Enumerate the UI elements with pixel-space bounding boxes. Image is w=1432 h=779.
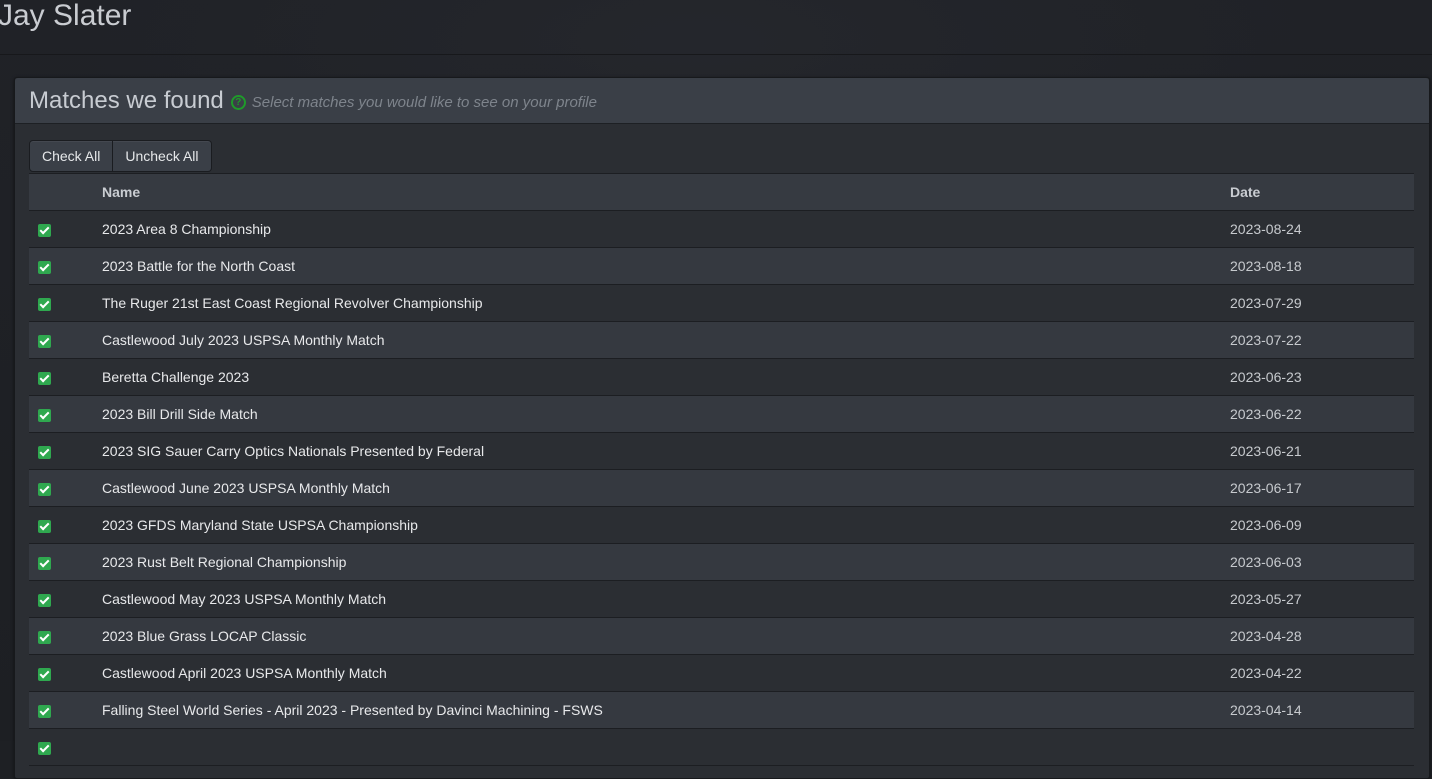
match-checkbox[interactable]: [38, 335, 51, 348]
match-name: 2023 Rust Belt Regional Championship: [102, 544, 1230, 581]
match-date: 2023-06-03: [1230, 544, 1414, 581]
page-header: Jay Slater: [0, 0, 1432, 55]
match-checkbox[interactable]: [38, 261, 51, 274]
match-date: 2023-07-22: [1230, 322, 1414, 359]
column-header-date[interactable]: Date: [1230, 174, 1414, 211]
match-checkbox[interactable]: [38, 742, 51, 755]
column-header-name[interactable]: Name: [102, 174, 1230, 211]
match-checkbox[interactable]: [38, 224, 51, 237]
question-circle-icon[interactable]: ?: [231, 95, 246, 110]
row-checkbox-cell: [29, 396, 102, 433]
match-checkbox[interactable]: [38, 594, 51, 607]
table-row[interactable]: 2023 GFDS Maryland State USPSA Champions…: [29, 507, 1414, 544]
match-checkbox[interactable]: [38, 631, 51, 644]
match-date: 2023-08-24: [1230, 211, 1414, 248]
matches-table-wrapper: Name Date 2023 Area 8 Championship2023-0…: [29, 173, 1414, 766]
row-checkbox-cell: [29, 433, 102, 470]
table-header-row: Name Date: [29, 174, 1414, 211]
match-date: 2023-07-29: [1230, 285, 1414, 322]
match-date: 2023-05-27: [1230, 581, 1414, 618]
row-checkbox-cell: [29, 359, 102, 396]
match-checkbox[interactable]: [38, 446, 51, 459]
table-row[interactable]: 2023 Bill Drill Side Match2023-06-22: [29, 396, 1414, 433]
table-row[interactable]: Castlewood April 2023 USPSA Monthly Matc…: [29, 655, 1414, 692]
page-title: Jay Slater: [0, 0, 131, 34]
row-checkbox-cell: [29, 729, 102, 766]
table-row[interactable]: Castlewood June 2023 USPSA Monthly Match…: [29, 470, 1414, 507]
match-date: 2023-04-22: [1230, 655, 1414, 692]
table-row[interactable]: [29, 729, 1414, 766]
match-name: Falling Steel World Series - April 2023 …: [102, 692, 1230, 729]
match-date: 2023-06-23: [1230, 359, 1414, 396]
table-row[interactable]: 2023 Battle for the North Coast2023-08-1…: [29, 248, 1414, 285]
uncheck-all-button[interactable]: Uncheck All: [113, 140, 211, 172]
panel-hint: Select matches you would like to see on …: [252, 94, 597, 111]
panel-heading: Matches we found ? Select matches you wo…: [15, 78, 1429, 124]
match-date: 2023-04-14: [1230, 692, 1414, 729]
column-header-check: [29, 174, 102, 211]
check-all-button[interactable]: Check All: [29, 140, 113, 172]
match-checkbox[interactable]: [38, 668, 51, 681]
row-checkbox-cell: [29, 322, 102, 359]
match-name: [102, 729, 1230, 766]
match-checkbox[interactable]: [38, 409, 51, 422]
match-checkbox[interactable]: [38, 705, 51, 718]
row-checkbox-cell: [29, 211, 102, 248]
match-name: Castlewood May 2023 USPSA Monthly Match: [102, 581, 1230, 618]
match-checkbox[interactable]: [38, 372, 51, 385]
matches-table: Name Date 2023 Area 8 Championship2023-0…: [29, 173, 1414, 766]
table-row[interactable]: Beretta Challenge 20232023-06-23: [29, 359, 1414, 396]
table-row[interactable]: The Ruger 21st East Coast Regional Revol…: [29, 285, 1414, 322]
table-row[interactable]: Falling Steel World Series - April 2023 …: [29, 692, 1414, 729]
match-name: 2023 SIG Sauer Carry Optics Nationals Pr…: [102, 433, 1230, 470]
table-row[interactable]: Castlewood May 2023 USPSA Monthly Match2…: [29, 581, 1414, 618]
match-date: 2023-06-09: [1230, 507, 1414, 544]
match-name: 2023 Blue Grass LOCAP Classic: [102, 618, 1230, 655]
match-name: Castlewood April 2023 USPSA Monthly Matc…: [102, 655, 1230, 692]
match-name: 2023 Battle for the North Coast: [102, 248, 1230, 285]
row-checkbox-cell: [29, 285, 102, 322]
table-row[interactable]: 2023 Blue Grass LOCAP Classic2023-04-28: [29, 618, 1414, 655]
row-checkbox-cell: [29, 470, 102, 507]
match-date: 2023-06-22: [1230, 396, 1414, 433]
row-checkbox-cell: [29, 507, 102, 544]
match-checkbox[interactable]: [38, 483, 51, 496]
row-checkbox-cell: [29, 248, 102, 285]
row-checkbox-cell: [29, 692, 102, 729]
match-name: Castlewood July 2023 USPSA Monthly Match: [102, 322, 1230, 359]
table-row[interactable]: 2023 Rust Belt Regional Championship2023…: [29, 544, 1414, 581]
match-date: 2023-06-21: [1230, 433, 1414, 470]
match-name: 2023 Bill Drill Side Match: [102, 396, 1230, 433]
matches-panel: Matches we found ? Select matches you wo…: [14, 77, 1430, 779]
row-checkbox-cell: [29, 544, 102, 581]
match-name: Beretta Challenge 2023: [102, 359, 1230, 396]
table-row[interactable]: Castlewood July 2023 USPSA Monthly Match…: [29, 322, 1414, 359]
match-checkbox[interactable]: [38, 520, 51, 533]
match-checkbox[interactable]: [38, 298, 51, 311]
match-name: The Ruger 21st East Coast Regional Revol…: [102, 285, 1230, 322]
match-date: 2023-04-28: [1230, 618, 1414, 655]
row-checkbox-cell: [29, 618, 102, 655]
row-checkbox-cell: [29, 581, 102, 618]
matches-table-body: 2023 Area 8 Championship2023-08-242023 B…: [29, 211, 1414, 766]
match-date: [1230, 729, 1414, 766]
table-row[interactable]: 2023 SIG Sauer Carry Optics Nationals Pr…: [29, 433, 1414, 470]
match-checkbox[interactable]: [38, 557, 51, 570]
match-name: Castlewood June 2023 USPSA Monthly Match: [102, 470, 1230, 507]
panel-title: Matches we found: [29, 87, 224, 115]
match-date: 2023-08-18: [1230, 248, 1414, 285]
row-checkbox-cell: [29, 655, 102, 692]
match-date: 2023-06-17: [1230, 470, 1414, 507]
check-button-group: Check All Uncheck All: [29, 140, 212, 172]
table-row[interactable]: 2023 Area 8 Championship2023-08-24: [29, 211, 1414, 248]
match-name: 2023 Area 8 Championship: [102, 211, 1230, 248]
match-name: 2023 GFDS Maryland State USPSA Champions…: [102, 507, 1230, 544]
